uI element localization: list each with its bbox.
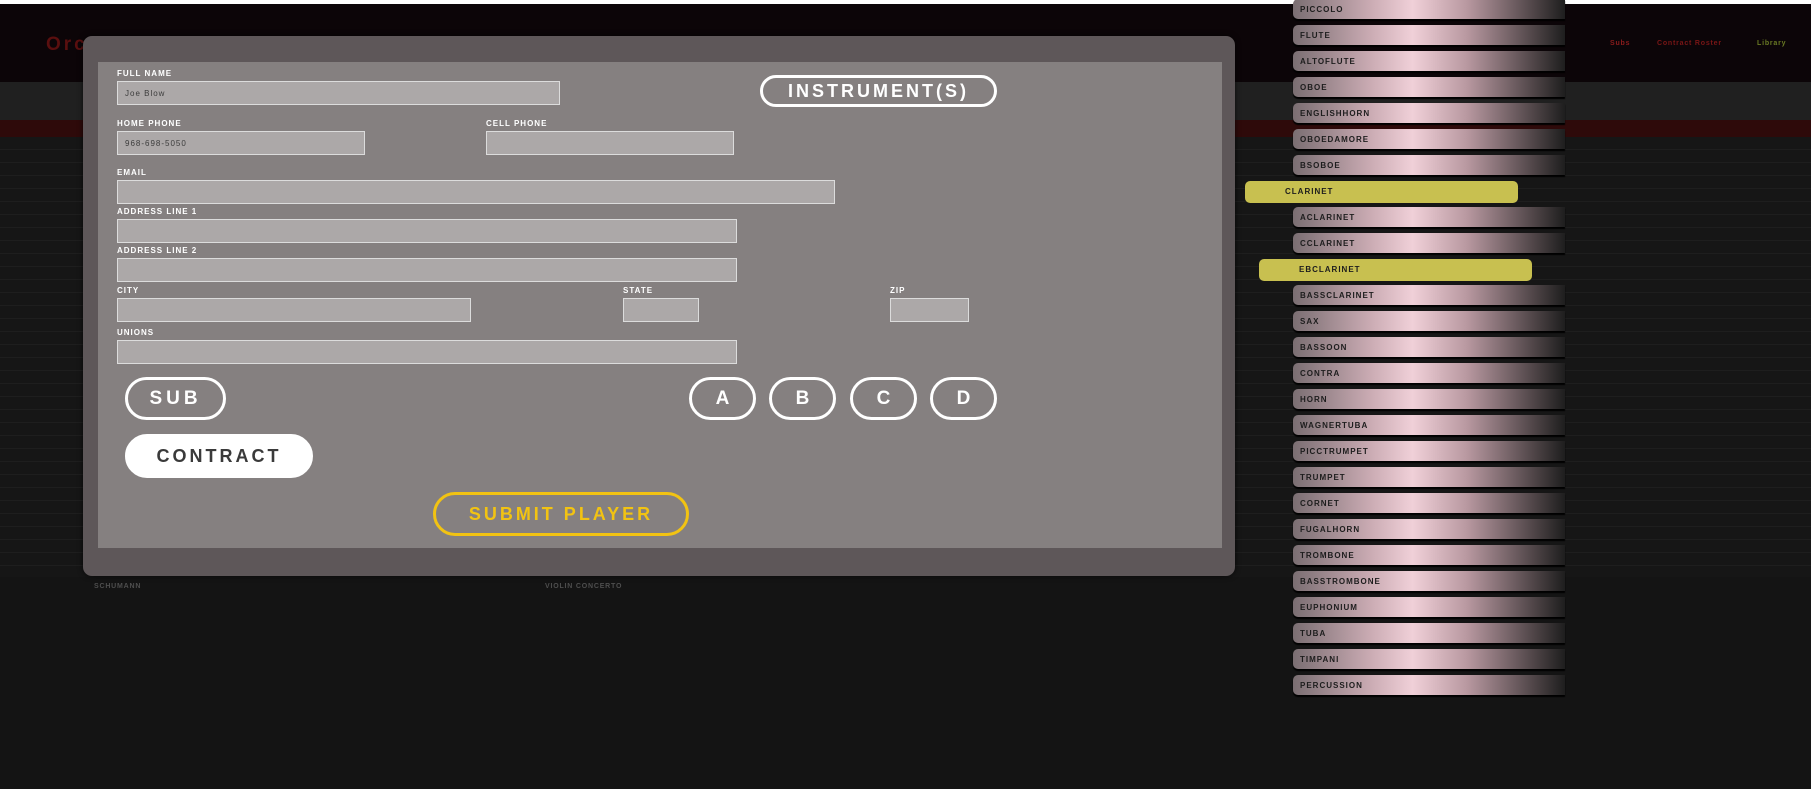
nav-link-contract-roster[interactable]: Contract Roster [1657,40,1722,47]
nav-link-library[interactable]: Library [1757,40,1786,47]
instrument-item-label: HORN [1300,395,1328,404]
instrument-item-label: PICCTRUMPET [1300,447,1369,456]
city-input[interactable] [117,298,471,322]
home-phone-input[interactable] [117,131,365,155]
full-name-label: FULL NAME [117,69,173,78]
instrument-item[interactable]: OBOE [1293,77,1565,97]
state-input[interactable] [623,298,699,322]
instrument-item-label: PERCUSSION [1300,681,1363,690]
instrument-item[interactable]: ACLARINET [1293,207,1565,227]
instrument-item[interactable]: BASSTROMBONE [1293,571,1565,591]
instrument-item[interactable]: CLARINET [1245,181,1518,203]
city-label: CITY [117,286,140,295]
submit-player-button[interactable]: SUBMIT PLAYER [433,492,689,536]
instrument-item[interactable]: FLUTE [1293,25,1565,45]
instrument-item-label: ACLARINET [1300,213,1356,222]
add-player-modal: FULL NAME INSTRUMENT(S) HOME PHONE CELL … [83,36,1235,576]
instrument-item-label: BSOBOE [1300,161,1341,170]
instrument-item-label: BASSTROMBONE [1300,577,1381,586]
state-label: STATE [623,286,654,295]
instrument-item-label: OBOE [1300,83,1328,92]
instrument-item[interactable]: BASSCLARINET [1293,285,1565,305]
instrument-item-label: EBCLARINET [1299,265,1361,274]
instrument-item[interactable]: OBOEDAMORE [1293,129,1565,149]
address-line-1-label: ADDRESS LINE 1 [117,207,198,216]
instrument-item[interactable]: PICCOLO [1293,0,1565,19]
instrument-item-label: ENGLISHHORN [1300,109,1371,118]
instrument-item-label: TROMBONE [1300,551,1355,560]
grade-c-button[interactable]: C [850,377,917,420]
instrument-item-label: CLARINET [1285,187,1334,196]
zip-label: ZIP [890,286,906,295]
instrument-item[interactable]: BASSOON [1293,337,1565,357]
instrument-item[interactable]: BSOBOE [1293,155,1565,175]
full-name-input[interactable] [117,81,560,105]
instrument-item-label: CONTRA [1300,369,1341,378]
email-input[interactable] [117,180,835,204]
instrument-item-label: FUGALHORN [1300,525,1361,534]
instrument-item[interactable]: ALTOFLUTE [1293,51,1565,71]
address-line-2-label: ADDRESS LINE 2 [117,246,198,255]
instrument-item[interactable]: EBCLARINET [1259,259,1532,281]
instrument-item-label: WAGNERTUBA [1300,421,1369,430]
instrument-item-label: TUBA [1300,629,1327,638]
instrument-item[interactable]: TIMPANI [1293,649,1565,669]
grade-d-button[interactable]: D [930,377,997,420]
zip-input[interactable] [890,298,969,322]
instrument-item[interactable]: CORNET [1293,493,1565,513]
table-cell-composer: SCHUMANN [94,583,142,590]
sub-button[interactable]: SUB [125,377,226,420]
address-line-2-input[interactable] [117,258,737,282]
cell-phone-input[interactable] [486,131,734,155]
instrument-item-label: PICCOLO [1300,5,1344,14]
unions-input[interactable] [117,340,737,364]
instrument-item[interactable]: TUBA [1293,623,1565,643]
instrument-item-label: FLUTE [1300,31,1331,40]
instrument-item[interactable]: HORN [1293,389,1565,409]
instrument-item-label: OBOEDAMORE [1300,135,1370,144]
email-label: EMAIL [117,168,147,177]
grade-b-button[interactable]: B [769,377,836,420]
instrument-item[interactable]: WAGNERTUBA [1293,415,1565,435]
instrument-item-label: BASSCLARINET [1300,291,1375,300]
instrument-item[interactable]: PICCTRUMPET [1293,441,1565,461]
home-phone-label: HOME PHONE [117,119,182,128]
instrument-item[interactable]: TROMBONE [1293,545,1565,565]
nav-link-subs[interactable]: Subs [1610,40,1630,47]
instrument-item[interactable]: CCLARINET [1293,233,1565,253]
instrument-item-label: CCLARINET [1300,239,1356,248]
instrument-item-label: CORNET [1300,499,1340,508]
cell-phone-label: CELL PHONE [486,119,548,128]
instruments-button[interactable]: INSTRUMENT(S) [760,75,997,107]
instrument-item-label: ALTOFLUTE [1300,57,1356,66]
instrument-item[interactable]: CONTRA [1293,363,1565,383]
contract-button[interactable]: CONTRACT [125,434,313,478]
grade-a-button[interactable]: A [689,377,756,420]
instrument-item[interactable]: ENGLISHHORN [1293,103,1565,123]
instrument-item[interactable]: EUPHONIUM [1293,597,1565,617]
instrument-item[interactable]: SAX [1293,311,1565,331]
app-brand[interactable]: Orc [46,34,88,56]
instrument-item[interactable]: TRUMPET [1293,467,1565,487]
unions-label: UNIONS [117,328,155,337]
player-form: FULL NAME INSTRUMENT(S) HOME PHONE CELL … [98,62,1222,548]
instrument-item-label: EUPHONIUM [1300,603,1358,612]
instrument-item-label: BASSOON [1300,343,1348,352]
instrument-item-label: SAX [1300,317,1320,326]
instrument-item-label: TIMPANI [1300,655,1340,664]
address-line-1-input[interactable] [117,219,737,243]
instrument-item[interactable]: FUGALHORN [1293,519,1565,539]
instrument-item-label: TRUMPET [1300,473,1346,482]
table-cell-work: VIOLIN CONCERTO [545,583,623,590]
instrument-item[interactable]: PERCUSSION [1293,675,1565,695]
